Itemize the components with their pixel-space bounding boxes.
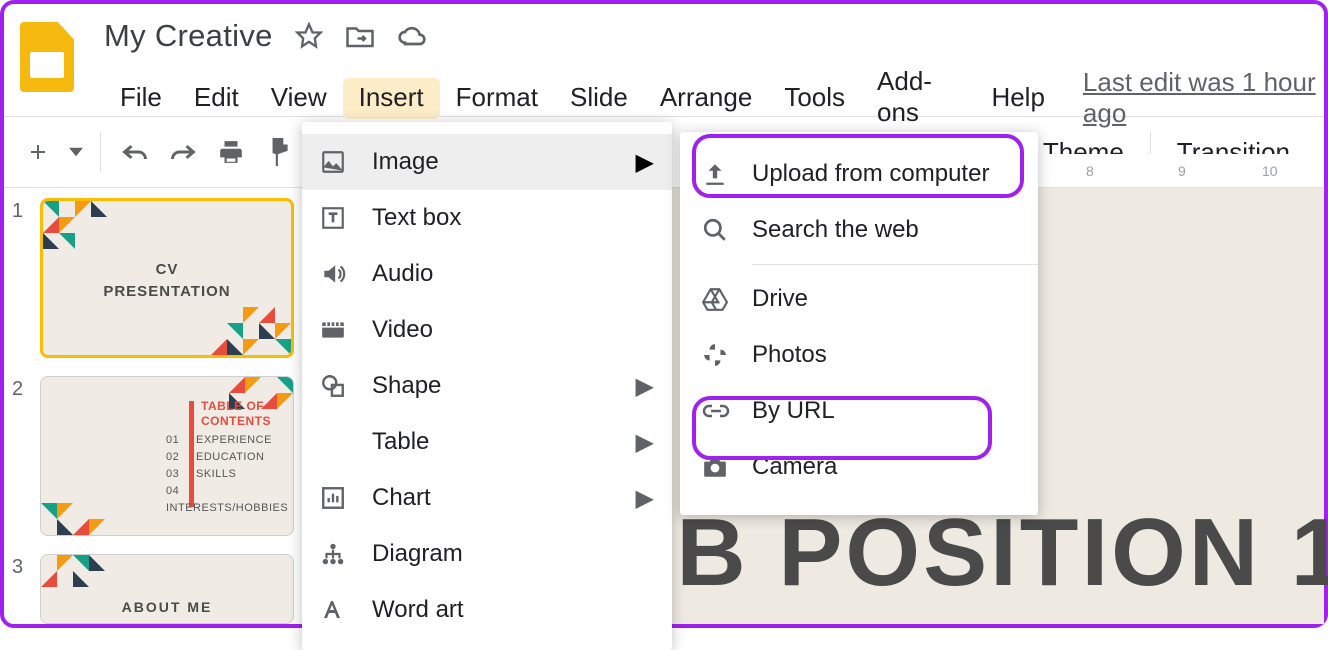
slide2-title-2: CONTENTS <box>201 414 271 428</box>
slide3-title: ABOUT ME <box>41 599 293 615</box>
wordart-icon <box>320 598 354 622</box>
textbox-icon <box>320 205 354 231</box>
byurl-label: By URL <box>752 397 835 425</box>
insert-diagram[interactable]: Diagram <box>302 526 672 582</box>
upload-icon <box>702 161 736 187</box>
menu-file[interactable]: File <box>104 78 178 119</box>
diagram-icon <box>320 541 354 567</box>
image-camera[interactable]: Camera <box>680 439 1038 495</box>
insert-image-label: Image <box>372 148 439 176</box>
menu-insert[interactable]: Insert <box>343 78 440 119</box>
submenu-arrow-icon: ▶ <box>636 428 654 457</box>
insert-table[interactable]: x Table ▶ <box>302 414 672 470</box>
insert-image[interactable]: Image ▶ <box>302 134 672 190</box>
insert-table-label: Table <box>372 428 429 456</box>
print-button[interactable] <box>211 132 251 172</box>
insert-video[interactable]: Video <box>302 302 672 358</box>
move-folder-icon[interactable] <box>345 23 375 49</box>
image-photos[interactable]: Photos <box>680 327 1038 383</box>
slide-thumbnail-1[interactable]: CV PRESENTATION <box>40 198 294 358</box>
new-slide-button[interactable] <box>18 132 58 172</box>
insert-textbox[interactable]: Text box <box>302 190 672 246</box>
slide-thumbnail-2[interactable]: TABLE OF CONTENTS 01EXPERIENCE 02EDUCATI… <box>40 376 294 536</box>
insert-chart[interactable]: Chart ▶ <box>302 470 672 526</box>
upload-label: Upload from computer <box>752 160 989 188</box>
image-drive[interactable]: Drive <box>680 271 1038 327</box>
insert-video-label: Video <box>372 316 433 344</box>
slide1-line2: PRESENTATION <box>103 283 230 300</box>
menu-view[interactable]: View <box>255 78 343 119</box>
slide2-toc: 01EXPERIENCE 02EDUCATION 03SKILLS 04INTE… <box>166 432 293 517</box>
insert-textbox-label: Text box <box>372 204 461 232</box>
slide-thumbnail-panel: 1 CV PRESENTATION 2 <box>4 188 310 624</box>
last-edit-link[interactable]: Last edit was 1 hour ago <box>1083 67 1324 129</box>
menu-tools[interactable]: Tools <box>768 78 861 119</box>
submenu-arrow-icon: ▶ <box>636 484 654 513</box>
search-label: Search the web <box>752 216 919 244</box>
menu-format[interactable]: Format <box>440 78 554 119</box>
audio-icon <box>320 261 354 287</box>
menu-edit[interactable]: Edit <box>178 78 255 119</box>
paint-format-button[interactable] <box>259 132 299 172</box>
menu-bar: File Edit View Insert Format Slide Arran… <box>104 60 1324 134</box>
document-title[interactable]: My Creative <box>104 18 273 54</box>
shape-icon <box>320 373 354 399</box>
video-icon <box>320 318 354 342</box>
menu-addons[interactable]: Add-ons <box>861 62 975 134</box>
slides-logo <box>20 22 74 92</box>
star-icon[interactable] <box>295 22 323 50</box>
insert-chart-label: Chart <box>372 484 431 512</box>
photos-label: Photos <box>752 341 827 369</box>
image-icon <box>320 149 354 175</box>
slide-number: 1 <box>12 198 30 358</box>
insert-shape[interactable]: Shape ▶ <box>302 358 672 414</box>
insert-dropdown: Image ▶ Text box Audio Video Shape ▶ x T… <box>302 122 672 650</box>
image-submenu: Upload from computer Search the web Driv… <box>680 132 1038 515</box>
submenu-arrow-icon: ▶ <box>636 148 654 177</box>
insert-shape-label: Shape <box>372 372 441 400</box>
search-icon <box>702 217 736 243</box>
drive-label: Drive <box>752 285 808 313</box>
insert-diagram-label: Diagram <box>372 540 463 568</box>
insert-wordart-label: Word art <box>372 596 464 624</box>
header: My Creative File Edit View Insert Format… <box>4 4 1324 116</box>
cloud-status-icon[interactable] <box>397 24 429 48</box>
menu-slide[interactable]: Slide <box>554 78 644 119</box>
insert-wordart[interactable]: Word art <box>302 582 672 638</box>
insert-audio-label: Audio <box>372 260 433 288</box>
camera-label: Camera <box>752 453 837 481</box>
menu-help[interactable]: Help <box>975 78 1060 119</box>
camera-icon <box>702 456 736 478</box>
slide1-line1: CV <box>156 261 179 278</box>
submenu-arrow-icon: ▶ <box>636 372 654 401</box>
photos-icon <box>702 342 736 368</box>
image-search-web[interactable]: Search the web <box>680 202 1038 258</box>
image-upload-from-computer[interactable]: Upload from computer <box>680 146 1038 202</box>
slide2-title-1: TABLE OF <box>201 399 264 413</box>
image-by-url[interactable]: By URL <box>680 383 1038 439</box>
redo-button[interactable] <box>163 132 203 172</box>
new-slide-dropdown-icon[interactable] <box>66 132 86 172</box>
slide-thumbnail-3[interactable]: ABOUT ME <box>40 554 294 624</box>
undo-button[interactable] <box>115 132 155 172</box>
menu-arrange[interactable]: Arrange <box>644 78 769 119</box>
chart-icon <box>320 485 354 511</box>
insert-audio[interactable]: Audio <box>302 246 672 302</box>
link-icon <box>702 402 736 420</box>
drive-icon <box>702 287 736 311</box>
slide-number: 2 <box>12 376 30 536</box>
slide-number: 3 <box>12 554 30 624</box>
